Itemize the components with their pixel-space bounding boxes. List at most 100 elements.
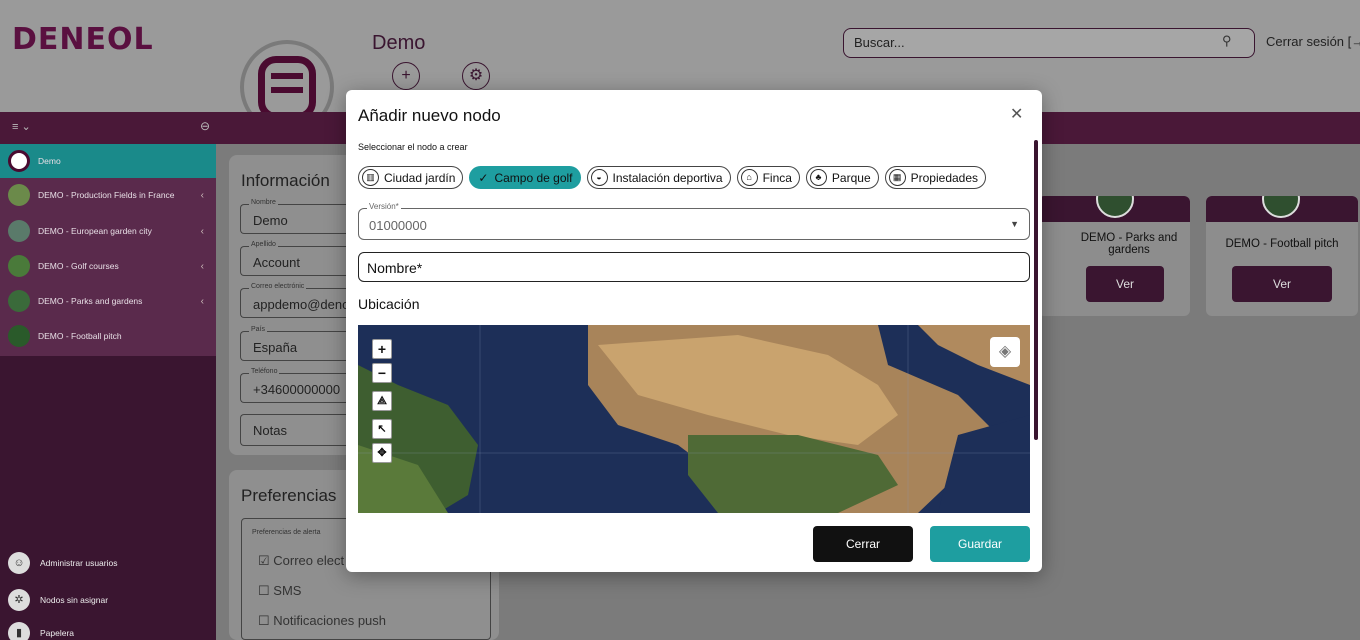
version-value: 01000000 bbox=[369, 218, 427, 233]
chevron-left-icon[interactable]: ‹ bbox=[201, 226, 204, 237]
minus-circle-icon[interactable]: ⊖ bbox=[200, 119, 210, 133]
sidebar-item-golf-courses[interactable]: DEMO - Golf courses ‹ bbox=[0, 249, 216, 283]
search-input[interactable]: Buscar... bbox=[843, 28, 1255, 58]
dialog-subtitle: Seleccionar el nodo a crear bbox=[358, 142, 468, 152]
pref-label: Correo elect bbox=[273, 553, 345, 568]
chip-campo-de-golf[interactable]: ✓ Campo de golf bbox=[469, 166, 581, 189]
page-title: Demo bbox=[372, 32, 426, 54]
city-icon: ▥ bbox=[362, 169, 379, 186]
name-input[interactable]: Nombre* bbox=[358, 252, 1030, 282]
search-icon[interactable]: ⚲ bbox=[1222, 33, 1232, 49]
trash-icon: ▮ bbox=[8, 622, 30, 640]
sidebar-unassigned-nodes[interactable]: ✲ Nodos sin asignar bbox=[8, 589, 108, 611]
field-label: Teléfono bbox=[249, 368, 280, 375]
alert-prefs-label: Preferencias de alerta bbox=[252, 529, 321, 536]
chip-propiedades[interactable]: ▦ Propiedades bbox=[884, 166, 987, 189]
layers-icon[interactable]: ◈ bbox=[990, 337, 1020, 367]
view-button[interactable]: Ver bbox=[1232, 266, 1332, 302]
pref-label: SMS bbox=[273, 583, 302, 598]
sidebar-item-label: DEMO - European garden city bbox=[38, 226, 152, 236]
chip-parque[interactable]: ♣ Parque bbox=[805, 166, 879, 189]
version-label: Versión* bbox=[367, 202, 401, 211]
field-value: Account bbox=[253, 255, 300, 270]
sidebar-tree: Demo DEMO - Production Fields in France … bbox=[0, 144, 216, 356]
check-icon: ✓ bbox=[478, 170, 489, 185]
field-label: Apellido bbox=[249, 241, 278, 248]
node-card-name: DEMO - Parks and gardens bbox=[1080, 232, 1178, 256]
sidebar-bottom-label: Papelera bbox=[40, 628, 75, 638]
users-icon: ☺ bbox=[8, 552, 30, 574]
chip-ciudad-jardin[interactable]: ▥ Ciudad jardín bbox=[358, 166, 464, 189]
dialog-title: Añadir nuevo nodo bbox=[358, 106, 501, 125]
field-value: Demo bbox=[253, 213, 288, 228]
field-label: País bbox=[249, 326, 268, 333]
node-card-name: DEMO - Football pitch bbox=[1225, 238, 1339, 250]
view-button[interactable]: Ver bbox=[1086, 266, 1164, 302]
zoom-in-button[interactable]: + bbox=[372, 339, 392, 359]
city-thumbnail bbox=[8, 220, 30, 242]
close-icon[interactable]: ✕ bbox=[1010, 104, 1023, 124]
first-name-field[interactable]: Nombre Demo bbox=[240, 199, 360, 234]
sidebar-item-label: DEMO - Golf courses bbox=[38, 261, 119, 271]
zoom-out-button[interactable]: − bbox=[372, 363, 392, 383]
field-label: Nombre bbox=[249, 199, 278, 206]
settings-button[interactable]: ⚙ bbox=[462, 62, 490, 90]
sidebar-bottom-label: Nodos sin asignar bbox=[40, 595, 109, 605]
sidebar-item-demo[interactable]: Demo bbox=[0, 144, 216, 178]
draw-polygon-icon[interactable]: ⟁ bbox=[372, 391, 392, 411]
chevron-left-icon[interactable]: ‹ bbox=[201, 296, 204, 307]
location-label: Ubicación bbox=[358, 296, 420, 312]
last-name-field[interactable]: Apellido Account bbox=[240, 241, 360, 276]
chip-label: Campo de golf bbox=[494, 170, 573, 185]
logout-link[interactable]: Cerrar sesión [→ bbox=[1266, 34, 1360, 49]
park-icon: ♣ bbox=[809, 169, 827, 186]
email-pref-checkbox[interactable]: ☑ Correo elect bbox=[258, 553, 344, 569]
sidebar-admin-users[interactable]: ☺ Administrar usuarios bbox=[8, 552, 117, 574]
chip-finca[interactable]: ⌂ Finca bbox=[736, 166, 800, 189]
location-map[interactable]: + − ⟁ ↖ ✥ ◈ bbox=[358, 325, 1030, 513]
chip-label: Ciudad jardín bbox=[384, 170, 456, 185]
field-value: +34600000000 bbox=[253, 382, 341, 397]
add-node-button[interactable]: + bbox=[392, 62, 420, 90]
park-thumbnail bbox=[8, 290, 30, 312]
chevron-left-icon[interactable]: ‹ bbox=[201, 261, 204, 272]
sidebar-item-garden-city[interactable]: DEMO - European garden city ‹ bbox=[0, 214, 216, 248]
field-label: Correo electrónic bbox=[249, 283, 307, 290]
chip-instalacion-deportiva[interactable]: ◒ Instalación deportiva bbox=[586, 166, 731, 189]
sidebar-item-parks-gardens[interactable]: DEMO - Parks and gardens ‹ bbox=[0, 284, 216, 318]
pref-label: Notificaciones push bbox=[273, 613, 387, 628]
country-field[interactable]: País España bbox=[240, 326, 360, 361]
move-icon[interactable]: ✥ bbox=[372, 443, 392, 463]
info-title: Información bbox=[241, 171, 330, 190]
preferences-title: Preferencias bbox=[241, 486, 337, 505]
sidebar-item-football-pitch[interactable]: DEMO - Football pitch bbox=[0, 319, 216, 353]
sidebar-item-production-fields[interactable]: DEMO - Production Fields in France ‹ bbox=[0, 178, 216, 212]
close-button[interactable]: Cerrar bbox=[813, 526, 913, 562]
collapse-icon[interactable]: ≡ ⌄ bbox=[12, 120, 31, 133]
phone-field[interactable]: Teléfono +34600000000 bbox=[240, 368, 360, 403]
email-field[interactable]: Correo electrónic appdemo@denoc bbox=[240, 283, 360, 318]
field-value: appdemo@denoc bbox=[253, 297, 356, 312]
pitch-thumbnail bbox=[8, 325, 30, 347]
sms-pref-checkbox[interactable]: ☐ SMS bbox=[258, 583, 301, 599]
field-thumbnail bbox=[8, 184, 30, 206]
dialog-scrollbar[interactable] bbox=[1034, 140, 1038, 440]
sidebar-bottom-label: Administrar usuarios bbox=[40, 558, 118, 568]
version-select[interactable]: Versión* 01000000 ▼ bbox=[358, 202, 1030, 240]
field-value: Notas bbox=[253, 423, 287, 438]
select-pointer-icon[interactable]: ↖ bbox=[372, 419, 392, 439]
sidebar-item-label: DEMO - Football pitch bbox=[38, 331, 122, 341]
chip-label: Parque bbox=[831, 170, 871, 185]
save-button[interactable]: Guardar bbox=[930, 526, 1030, 562]
add-node-dialog: Añadir nuevo nodo ✕ Seleccionar el nodo … bbox=[346, 90, 1042, 572]
nodes-icon: ✲ bbox=[8, 589, 30, 611]
sidebar-trash[interactable]: ▮ Papelera bbox=[8, 622, 74, 640]
sidebar-item-label: DEMO - Parks and gardens bbox=[38, 296, 143, 306]
sidebar-item-label: DEMO - Production Fields in France bbox=[38, 190, 175, 200]
property-icon: ▦ bbox=[888, 169, 906, 186]
notes-field[interactable]: Notas bbox=[240, 414, 360, 446]
field-value: España bbox=[253, 340, 298, 355]
chip-label: Propiedades bbox=[910, 170, 979, 185]
chevron-left-icon[interactable]: ‹ bbox=[201, 190, 204, 201]
push-pref-checkbox[interactable]: ☐ Notificaciones push bbox=[258, 613, 386, 629]
